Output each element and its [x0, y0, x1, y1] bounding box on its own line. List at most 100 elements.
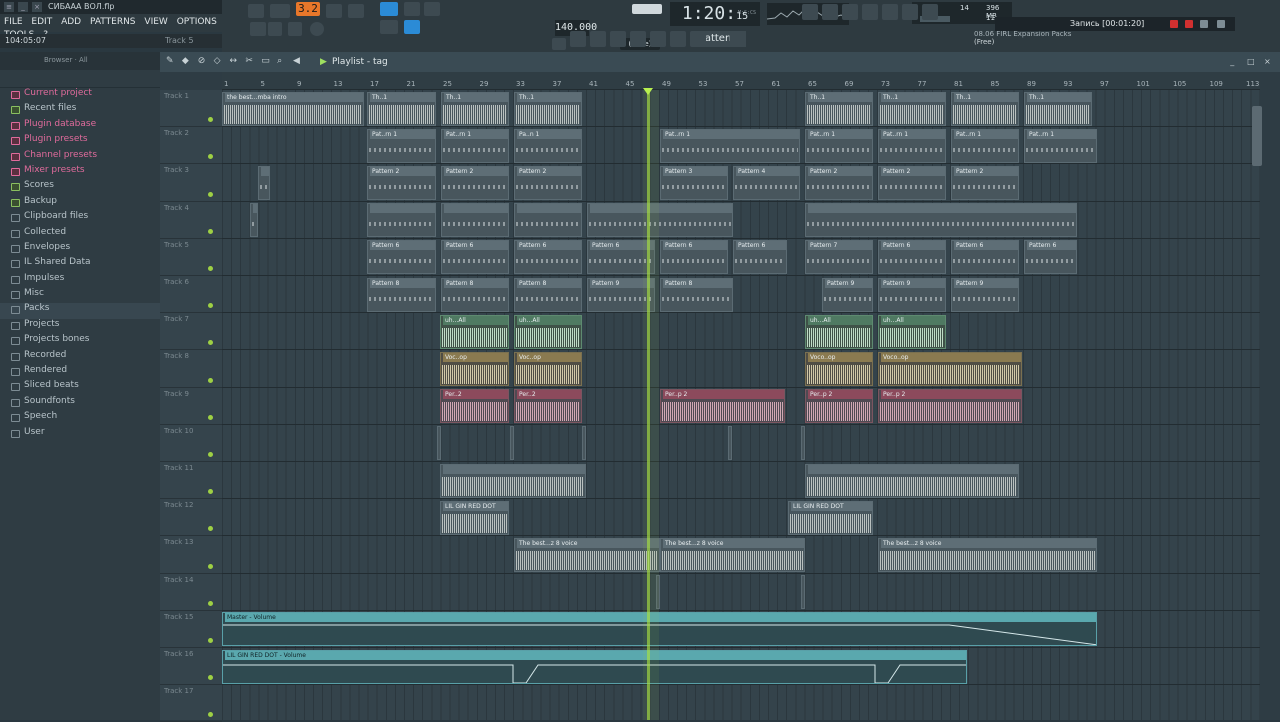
link-icon[interactable] — [404, 20, 420, 34]
playlist-clip[interactable]: Per..p 2 — [878, 389, 1022, 424]
playhead[interactable] — [647, 90, 650, 720]
loop-icon[interactable] — [250, 22, 266, 36]
zoom-icon[interactable]: ⌕ — [277, 56, 287, 66]
metronome-icon[interactable] — [326, 4, 342, 18]
track-mute-led[interactable] — [208, 303, 213, 309]
playlist-clip[interactable]: The best...z 8 voice — [660, 537, 805, 572]
browser-item[interactable]: Envelopes — [0, 242, 160, 257]
tools-icon[interactable] — [862, 4, 878, 20]
browser-item[interactable]: Recent files — [0, 103, 160, 118]
track-header[interactable]: Track 3 — [160, 164, 222, 202]
playlist-clip[interactable]: LIL GIN RED DOT — [440, 500, 509, 535]
track-mute-led[interactable] — [208, 526, 213, 532]
track-header[interactable]: Track 12 — [160, 499, 222, 537]
playlist-clip[interactable]: uh...All — [514, 314, 582, 349]
browser-item[interactable]: Projects — [0, 319, 160, 334]
track-lane[interactable] — [222, 462, 1260, 500]
wait-icon[interactable] — [348, 4, 364, 18]
playlist-clip[interactable]: Th..1 — [441, 91, 509, 126]
vertical-scrollbar[interactable] — [1252, 106, 1262, 166]
playlist-clip[interactable]: Pattern 2 — [805, 165, 873, 200]
menu-add[interactable]: ADD — [61, 17, 81, 27]
playlist-clip[interactable]: Th..1 — [1024, 91, 1092, 126]
render-icon[interactable] — [842, 4, 858, 20]
track-mute-led[interactable] — [208, 265, 213, 271]
track-header[interactable]: Track 2 — [160, 127, 222, 165]
download-icon[interactable] — [730, 31, 746, 47]
select-icon[interactable]: ▭ — [261, 56, 271, 66]
playlist-clip[interactable]: Pattern 8 — [660, 277, 733, 312]
channel-rack-icon[interactable] — [590, 31, 606, 47]
menu-view[interactable]: VIEW — [144, 17, 167, 27]
track-header[interactable]: Track 5 — [160, 239, 222, 276]
news-panel[interactable]: 08.06 FIRL Expansion Packs (Free) — [974, 30, 1084, 50]
slip-icon[interactable]: ↔ — [230, 56, 240, 66]
browser-icon[interactable] — [650, 31, 666, 47]
playlist-clip[interactable] — [514, 203, 582, 238]
playlist-icon[interactable] — [630, 31, 646, 47]
song-mode-icon[interactable] — [248, 4, 264, 18]
playlist-clip[interactable] — [805, 463, 1019, 498]
track-mute-led[interactable] — [208, 191, 213, 197]
record-indicator-icon[interactable] — [1170, 20, 1178, 28]
track-mute-led[interactable] — [208, 600, 213, 606]
playlist-clip[interactable]: Th..1 — [951, 91, 1019, 126]
stop-record-icon[interactable] — [1185, 20, 1193, 28]
chat-icon[interactable] — [902, 4, 918, 20]
browser-item[interactable]: User — [0, 427, 160, 442]
playlist-clip[interactable] — [801, 575, 805, 610]
playlist-clip[interactable]: Th..1 — [805, 91, 873, 126]
track-mute-led[interactable] — [208, 489, 213, 495]
track-lane[interactable] — [222, 499, 1260, 537]
playlist-clip[interactable]: Pattern 8 — [367, 277, 436, 312]
playlist-clip[interactable]: Pattern 3 — [660, 165, 728, 200]
browser-item[interactable]: Current project — [0, 88, 160, 103]
playlist-clip[interactable] — [728, 426, 732, 461]
close-recorder-icon[interactable] — [1217, 20, 1225, 28]
playlist-clip[interactable]: Pat..rn 1 — [1024, 128, 1097, 163]
browser-item[interactable]: Misc — [0, 288, 160, 303]
browser-item[interactable]: Soundfonts — [0, 396, 160, 411]
piano-roll-icon[interactable] — [610, 31, 626, 47]
track-header[interactable]: Track 16 — [160, 648, 222, 686]
camera-icon[interactable] — [1200, 20, 1208, 28]
playlist-clip[interactable] — [510, 426, 514, 461]
playlist-clip[interactable] — [805, 203, 1077, 238]
playlist-clip[interactable] — [587, 203, 733, 238]
playlist-clip[interactable]: Th..1 — [878, 91, 946, 126]
track-header[interactable]: Track 4 — [160, 202, 222, 239]
playlist-clip[interactable]: Per..p 2 — [805, 389, 873, 424]
playlist-clip[interactable]: Th..1 — [367, 91, 436, 126]
track-mute-led[interactable] — [208, 414, 213, 420]
playlist-clip[interactable]: Pattern 8 — [441, 277, 509, 312]
track-lane[interactable] — [222, 685, 1260, 720]
pause-button[interactable] — [268, 22, 282, 36]
browser-item[interactable]: Packs — [0, 303, 160, 319]
track-header[interactable]: Track 15 — [160, 611, 222, 648]
menu-icon[interactable]: ≡ — [4, 2, 14, 12]
track-header[interactable]: Track 7 — [160, 313, 222, 351]
playlist-clip[interactable]: LIL GIN RED DOT — [788, 500, 873, 535]
playlist-clip[interactable]: Per..2 — [440, 389, 509, 424]
playlist-clip[interactable]: Pattern 6 — [733, 240, 787, 275]
playlist-clip[interactable]: Pat..rn 1 — [441, 128, 509, 163]
playlist-clip[interactable]: uh...All — [878, 314, 946, 349]
playlist-clip[interactable]: Voc..op — [440, 351, 509, 386]
playlist-clip[interactable] — [441, 203, 509, 238]
track-lane[interactable] — [222, 350, 1260, 388]
refresh-icon[interactable] — [802, 4, 818, 20]
track-header[interactable]: Track 6 — [160, 276, 222, 314]
tempo-tapper-icon[interactable] — [690, 31, 706, 47]
browser-item[interactable]: Rendered — [0, 365, 160, 380]
playhead-marker[interactable] — [643, 88, 653, 95]
mute-icon[interactable]: ◇ — [214, 56, 224, 66]
add-pattern-icon[interactable] — [552, 38, 566, 50]
time-display[interactable]: 1:20:15 M:S:CS — [670, 2, 760, 26]
browser-item[interactable]: Impulses — [0, 273, 160, 288]
minimize-icon[interactable]: _ — [18, 2, 28, 12]
browser-item[interactable]: Clipboard files — [0, 211, 160, 226]
browser-item[interactable]: Mixer presets — [0, 165, 160, 180]
track-mute-led[interactable] — [208, 228, 213, 234]
playlist-clip[interactable]: Voco..op — [805, 351, 873, 386]
playlist-clip[interactable]: Pattern 7 — [805, 240, 873, 275]
